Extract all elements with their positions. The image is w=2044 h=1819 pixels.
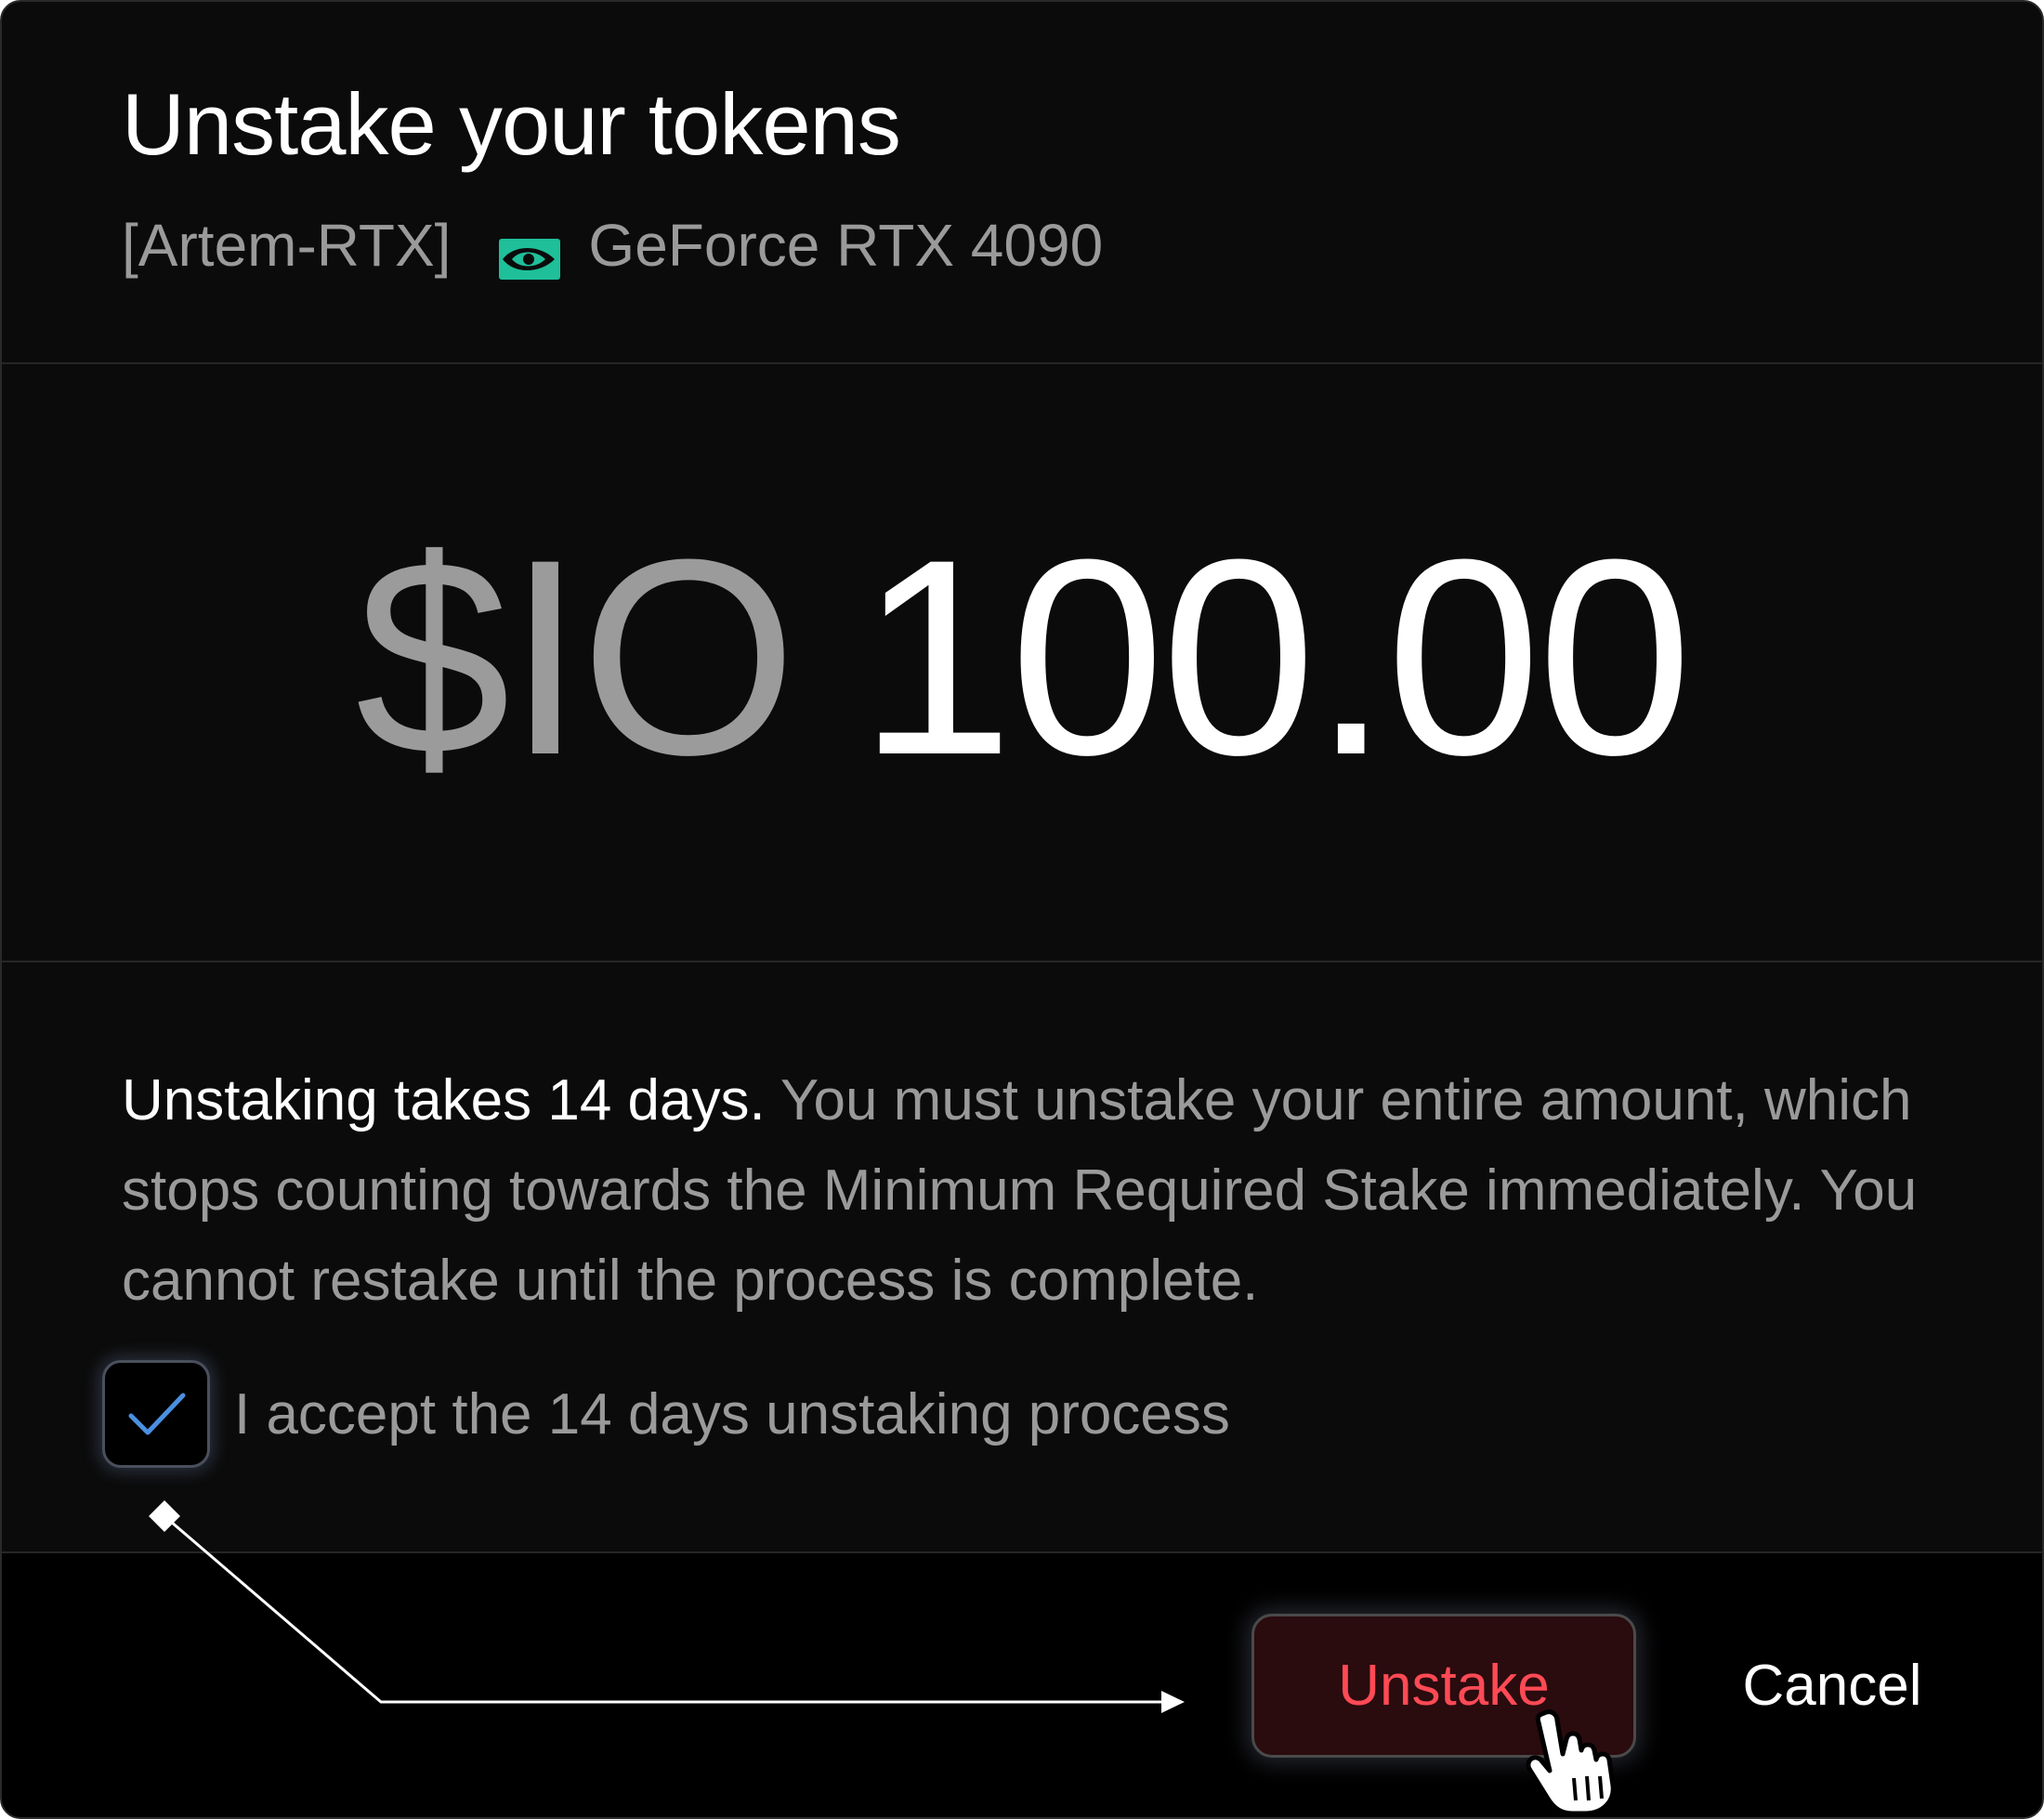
amount-currency: $IO [355, 501, 797, 813]
node-name: [Artem-RTX] [122, 212, 452, 279]
nvidia-logo-icon [499, 225, 561, 280]
info-section: Unstaking takes 14 days. You must unstak… [2, 962, 2042, 1553]
checkmark-icon [128, 1393, 186, 1435]
unstake-info-text: Unstaking takes 14 days. You must unstak… [122, 1055, 1943, 1326]
amount-value: 100.00 [858, 501, 1693, 813]
cancel-button[interactable]: Cancel [1730, 1614, 1934, 1758]
hand-cursor-icon [1526, 1709, 1616, 1816]
amount-display: $IO 100.00 [2, 364, 2042, 962]
modal-title: Unstake your tokens [122, 75, 901, 173]
modal-header: Unstake your tokens [Artem-RTX] GeForce … [2, 2, 2042, 364]
unstake-amount: $IO 100.00 [2, 504, 2042, 810]
accept-row[interactable]: I accept the 14 days unstaking process [102, 1358, 1230, 1470]
info-lead: Unstaking takes 14 days. [122, 1068, 766, 1132]
gpu-model: GeForce RTX 4090 [588, 212, 1104, 279]
node-subtitle: [Artem-RTX] GeForce RTX 4090 [122, 208, 1103, 282]
modal-footer: Unstake Cancel [2, 1553, 2042, 1817]
accept-label[interactable]: I accept the 14 days unstaking process [234, 1381, 1230, 1447]
unstake-modal: Unstake your tokens [Artem-RTX] GeForce … [0, 0, 2044, 1819]
accept-checkbox[interactable] [102, 1360, 210, 1468]
